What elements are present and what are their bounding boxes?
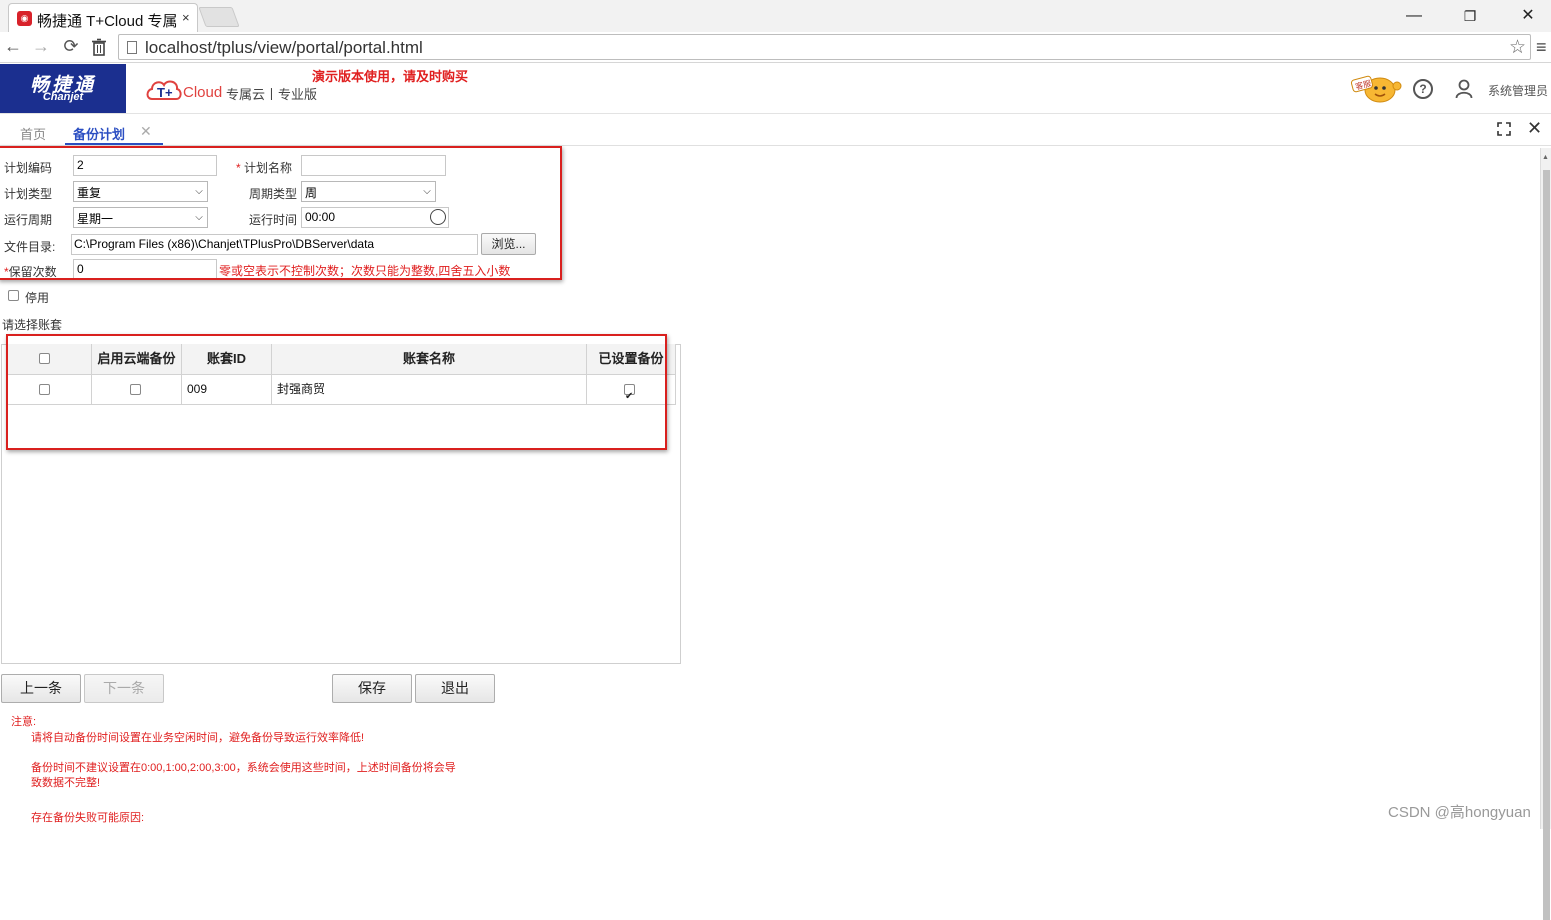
- note-line-2b: 致数据不完整!: [31, 777, 101, 789]
- plan-type-value: 重复: [77, 186, 102, 200]
- svg-text:T+: T+: [157, 85, 173, 100]
- row-select-checkbox[interactable]: [39, 384, 50, 395]
- back-arrow-icon[interactable]: ←: [2, 36, 24, 58]
- exit-button[interactable]: 退出: [415, 674, 495, 703]
- address-url: localhost/tplus/view/portal/portal.html: [145, 38, 423, 57]
- reload-icon[interactable]: ⟳: [60, 36, 82, 58]
- grid-header-has-backup[interactable]: 已设置备份: [587, 344, 676, 375]
- app-tab-strip: [0, 114, 1551, 146]
- row-account-id: 009: [182, 375, 272, 405]
- trash-icon[interactable]: [88, 36, 110, 58]
- run-cycle-value: 星期一: [77, 212, 114, 226]
- chanjet-favicon-icon: ◉: [17, 11, 32, 26]
- tab-close-icon[interactable]: ✕: [140, 123, 152, 140]
- tplus-cloud-logo-icon: T+: [146, 80, 182, 100]
- row-cloud-backup-checkbox[interactable]: [130, 384, 141, 395]
- tab-backup-plan[interactable]: 备份计划 ✕: [65, 118, 163, 145]
- select-all-checkbox[interactable]: [39, 353, 50, 364]
- plan-code-label: 计划编码: [4, 161, 53, 175]
- save-button[interactable]: 保存: [332, 674, 412, 703]
- keep-count-label-text: 保留次数: [8, 265, 57, 279]
- file-dir-label: 文件目录:: [4, 240, 56, 254]
- customer-service-icon[interactable]: 客服: [1350, 72, 1402, 104]
- row-has-backup-checkbox: [624, 382, 635, 411]
- required-marker: *: [236, 161, 241, 175]
- cloud-edition-text: 专属云丨专业版: [226, 87, 318, 102]
- run-cycle-select[interactable]: 星期一 ⌵: [73, 207, 208, 228]
- row-has-backup-cell: [587, 375, 676, 411]
- keep-count-hint: 零或空表示不控制次数；次数只能为整数,四舍五入小数: [219, 264, 511, 278]
- note-title: 注意:: [11, 716, 37, 728]
- run-time-input[interactable]: 00:00: [301, 207, 449, 228]
- browser-menu-icon[interactable]: ≡: [1536, 37, 1547, 58]
- browser-tab-title: 畅捷通 T+Cloud 专属: [37, 13, 178, 30]
- tab-backup-plan-label: 备份计划: [73, 127, 126, 142]
- run-time-value: 00:00: [305, 210, 336, 224]
- cycle-type-select[interactable]: 周 ⌵: [301, 181, 436, 202]
- tab-home[interactable]: 首页: [20, 124, 46, 143]
- file-dir-input[interactable]: C:\Program Files (x86)\Chanjet\TPlusPro\…: [71, 234, 478, 255]
- user-name[interactable]: 系统管理员: [1488, 82, 1548, 99]
- watermark: CSDN @高hongyuan: [1388, 804, 1531, 821]
- table-row[interactable]: [6, 375, 92, 405]
- help-icon[interactable]: ?: [1413, 79, 1433, 99]
- brand-name-en: Chanjet: [42, 91, 84, 103]
- minimize-button[interactable]: —: [1391, 5, 1437, 29]
- note-line-2a: 备份时间不建议设置在0:00,1:00,2:00,3:00，系统会使用这些时间，…: [31, 762, 456, 774]
- plan-type-label: 计划类型: [4, 187, 53, 201]
- new-tab-button[interactable]: [198, 7, 240, 27]
- plan-code-input[interactable]: 2: [73, 155, 217, 176]
- plan-type-select[interactable]: 重复 ⌵: [73, 181, 208, 202]
- page-icon: [127, 41, 137, 54]
- forward-arrow-icon[interactable]: →: [30, 36, 52, 58]
- restore-button[interactable]: ❐: [1447, 5, 1493, 29]
- chanjet-logo[interactable]: 畅捷通 Chanjet: [0, 64, 126, 113]
- chevron-down-icon: ⌵: [423, 186, 431, 197]
- row-account-name: 封强商贸: [272, 375, 587, 405]
- plan-name-label: * 计划名称: [236, 159, 292, 176]
- keep-count-input[interactable]: 0: [73, 259, 217, 280]
- chevron-down-icon: ⌵: [195, 186, 203, 197]
- grid-header-select: [6, 344, 92, 375]
- user-icon[interactable]: [1455, 79, 1473, 99]
- prev-record-button[interactable]: 上一条: [1, 674, 81, 703]
- vertical-scrollbar[interactable]: ▲: [1540, 148, 1551, 920]
- scrollbar-thumb[interactable]: [1543, 170, 1550, 920]
- address-bar[interactable]: localhost/tplus/view/portal/portal.html …: [118, 34, 1531, 60]
- run-time-label: 运行时间: [249, 213, 298, 227]
- select-accounts-label: 请选择账套: [2, 318, 63, 332]
- window-close-button[interactable]: ✕: [1505, 5, 1551, 29]
- grid-header-cloud-backup[interactable]: 启用云端备份: [92, 344, 182, 375]
- browser-tab[interactable]: ◉ 畅捷通 T+Cloud 专属 ×: [8, 3, 198, 32]
- fullscreen-icon[interactable]: [1497, 122, 1511, 136]
- cloud-brand-text: Cloud: [183, 84, 223, 101]
- note-line-3: 存在备份失败可能原因:: [31, 812, 145, 824]
- browser-tab-close-icon[interactable]: ×: [182, 10, 190, 25]
- cycle-type-value: 周: [305, 186, 318, 200]
- close-page-icon[interactable]: ✕: [1527, 118, 1542, 139]
- plan-name-input[interactable]: [301, 155, 446, 176]
- browse-button[interactable]: 浏览...: [481, 233, 536, 255]
- grid-header-account-name[interactable]: 账套名称: [272, 344, 587, 375]
- disable-checkbox[interactable]: [8, 290, 19, 301]
- cycle-type-label: 周期类型: [249, 187, 298, 201]
- demo-notice[interactable]: 演示版本使用，请及时购买: [312, 66, 468, 85]
- keep-count-label: *保留次数: [4, 263, 57, 280]
- clock-icon[interactable]: [430, 209, 446, 225]
- next-record-button[interactable]: 下一条: [84, 674, 164, 703]
- chevron-down-icon: ⌵: [195, 212, 203, 223]
- run-cycle-label: 运行周期: [4, 213, 53, 227]
- bookmark-star-icon[interactable]: ☆: [1509, 36, 1526, 59]
- disable-label: 停用: [25, 291, 50, 305]
- note-line-1: 请将自动备份时间设置在业务空闲时间，避免备份导致运行效率降低!: [31, 732, 365, 744]
- scroll-up-arrow-icon[interactable]: ▲: [1542, 154, 1549, 161]
- grid-header-account-id[interactable]: 账套ID: [182, 344, 272, 375]
- row-cloud-backup-cell: [92, 375, 182, 405]
- plan-name-label-text: 计划名称: [244, 161, 293, 175]
